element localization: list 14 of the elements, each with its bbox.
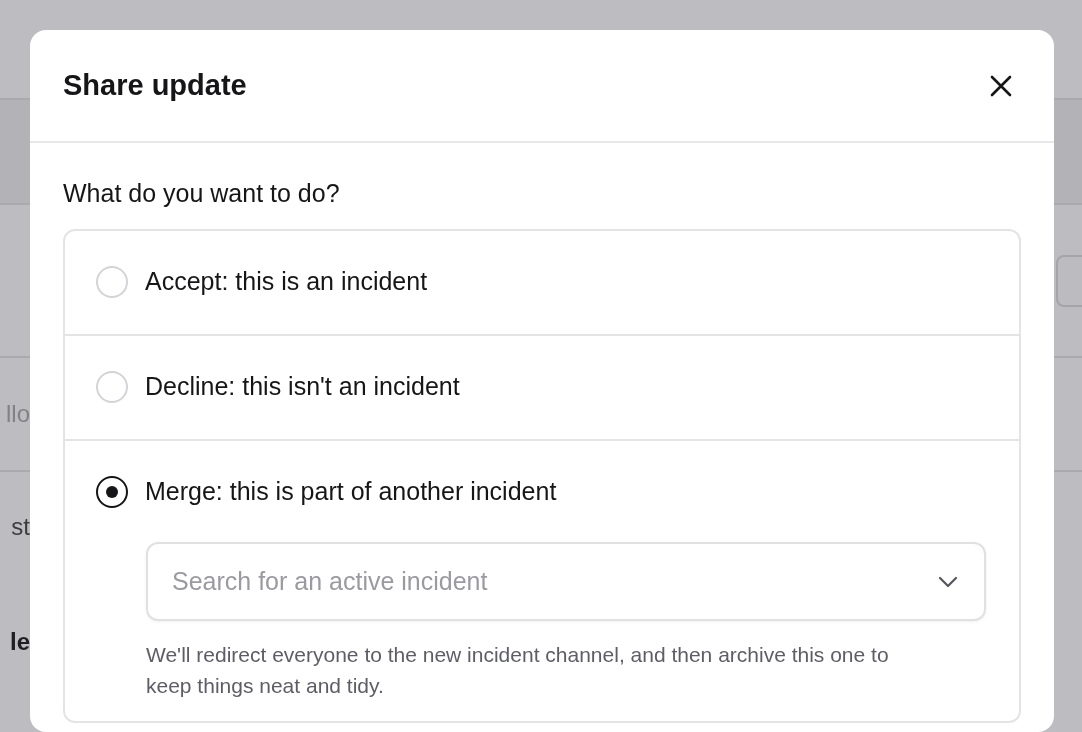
- chevron-down-icon: [938, 575, 958, 588]
- background-text: le: [10, 627, 30, 657]
- option-label[interactable]: Decline: this isn't an incident: [145, 368, 460, 406]
- close-icon: [990, 74, 1012, 97]
- option-label[interactable]: Merge: this is part of another incident: [145, 473, 557, 511]
- background-button[interactable]: [1056, 255, 1082, 307]
- background-text: st: [11, 512, 30, 542]
- question-text: What do you want to do?: [63, 178, 341, 209]
- help-text: We'll redirect everyone to the new incident channel, and then archive this one to keep things neat and tidy.: [146, 641, 890, 699]
- option-label[interactable]: Accept: this is an incident: [145, 263, 428, 301]
- dialog-title: Share update: [63, 68, 247, 103]
- background-text: llo: [6, 399, 30, 429]
- search-dropdown[interactable]: Search for an active incident: [146, 541, 986, 621]
- radio-button[interactable]: [96, 476, 128, 508]
